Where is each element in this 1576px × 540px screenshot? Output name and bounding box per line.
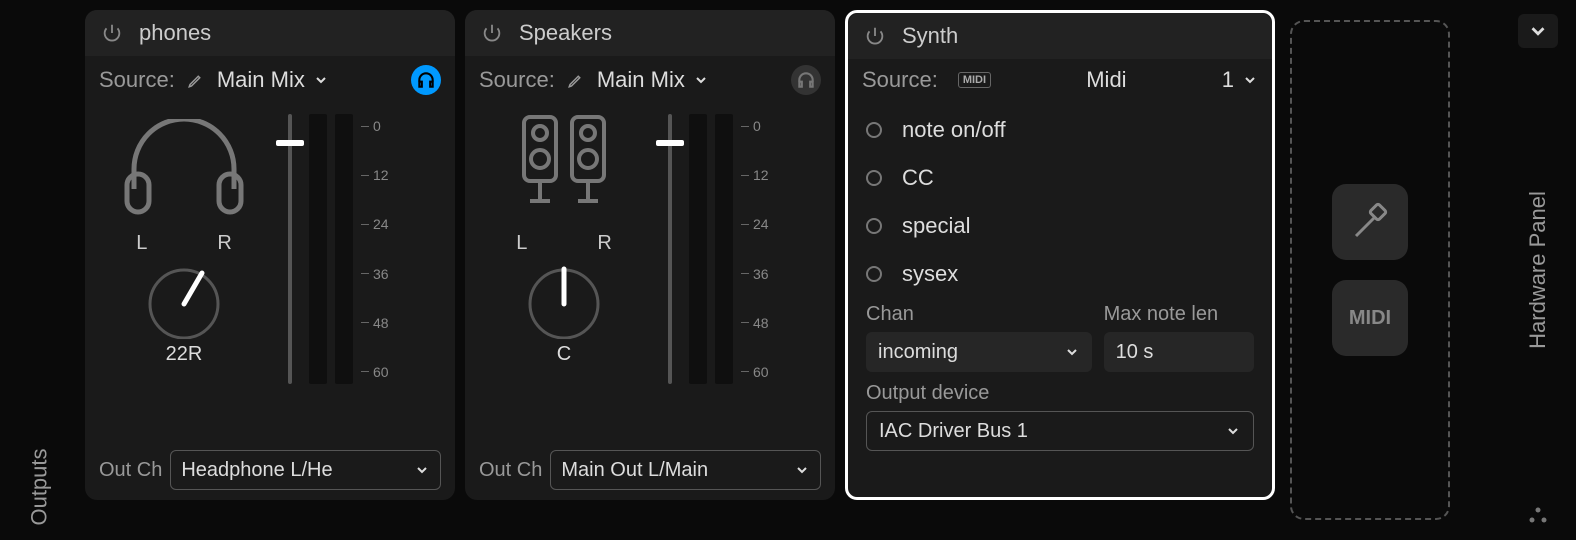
db-scale: 0 12 24 36 48 60 (741, 114, 769, 384)
chevron-down-icon (1527, 20, 1549, 42)
pencil-icon[interactable] (187, 71, 205, 89)
chan-label: Chan (866, 303, 1092, 326)
panel-title: Synth (902, 23, 958, 49)
hardware-panel-label: Hardware Panel (1459, 48, 1576, 492)
more-icon[interactable] (1514, 492, 1562, 540)
expand-button[interactable] (1518, 14, 1558, 48)
headphone-monitor-icon[interactable] (411, 65, 441, 95)
pan-left-label: L (516, 232, 527, 255)
output-device-select[interactable]: IAC Driver Bus 1 (866, 411, 1254, 451)
speakers-icon (504, 114, 624, 224)
headphone-monitor-icon[interactable] (791, 65, 821, 95)
chevron-down-icon (1064, 344, 1080, 360)
level-meter (309, 114, 327, 384)
volume-fader[interactable] (659, 114, 681, 384)
outputs-section-label: Outputs (0, 0, 80, 540)
power-icon[interactable] (864, 25, 886, 47)
pan-knob[interactable] (134, 259, 234, 339)
source-label: Source: (479, 67, 555, 93)
power-icon[interactable] (101, 22, 123, 44)
pan-value: 22R (166, 343, 203, 366)
level-meter (689, 114, 707, 384)
chevron-down-icon (794, 462, 810, 478)
out-channel-select[interactable]: Main Out L/Main (550, 450, 821, 490)
source-label: Source: (99, 67, 175, 93)
radio-icon (866, 170, 882, 186)
source-dropdown[interactable]: Main Mix (597, 67, 709, 93)
output-panel-phones: phones Source: Main Mix (85, 10, 455, 500)
radio-icon (866, 218, 882, 234)
output-device-label: Output device (866, 382, 1254, 405)
midi-filter-note[interactable]: note on/off (866, 111, 1254, 149)
add-midi-output-button[interactable]: MIDI (1332, 280, 1408, 356)
midi-badge: MIDI (958, 72, 991, 88)
chevron-down-icon (1225, 423, 1241, 439)
output-panel-synth: Synth Source: MIDI Midi 1 note on/off (845, 10, 1275, 500)
panel-title: phones (139, 20, 211, 46)
radio-icon (866, 266, 882, 282)
power-icon[interactable] (481, 22, 503, 44)
radio-icon (866, 122, 882, 138)
midi-filter-special[interactable]: special (866, 207, 1254, 245)
midi-filter-sysex[interactable]: sysex (866, 255, 1254, 293)
headphones-icon (119, 114, 249, 224)
midi-channel-select[interactable]: 1 (1222, 67, 1258, 93)
db-scale: 0 12 24 36 48 60 (361, 114, 389, 384)
pan-left-label: L (136, 232, 147, 255)
volume-fader[interactable] (279, 114, 301, 384)
output-panel-speakers: Speakers Source: Main Mix (465, 10, 835, 500)
out-channel-label: Out Ch (479, 459, 542, 482)
level-meter (715, 114, 733, 384)
chevron-down-icon (693, 72, 709, 88)
jack-plug-icon (1348, 200, 1392, 244)
chevron-down-icon (313, 72, 329, 88)
source-label: Source: (862, 67, 938, 93)
level-meter (335, 114, 353, 384)
chevron-down-icon (414, 462, 430, 478)
pan-knob[interactable] (514, 259, 614, 339)
maxlen-label: Max note len (1104, 303, 1254, 326)
source-value: Midi (1086, 67, 1126, 93)
add-output-dropzone[interactable]: MIDI (1290, 20, 1450, 520)
chevron-down-icon (1242, 72, 1258, 88)
pan-right-label: R (217, 232, 231, 255)
pencil-icon[interactable] (567, 71, 585, 89)
source-dropdown[interactable]: Main Mix (217, 67, 329, 93)
pan-right-label: R (597, 232, 611, 255)
pan-value: C (557, 343, 571, 366)
midi-filter-cc[interactable]: CC (866, 159, 1254, 197)
chan-select[interactable]: incoming (866, 332, 1092, 372)
maxlen-input[interactable]: 10 s (1104, 332, 1254, 372)
add-audio-output-button[interactable] (1332, 184, 1408, 260)
out-channel-select[interactable]: Headphone L/He (170, 450, 441, 490)
out-channel-label: Out Ch (99, 459, 162, 482)
panel-title: Speakers (519, 20, 612, 46)
